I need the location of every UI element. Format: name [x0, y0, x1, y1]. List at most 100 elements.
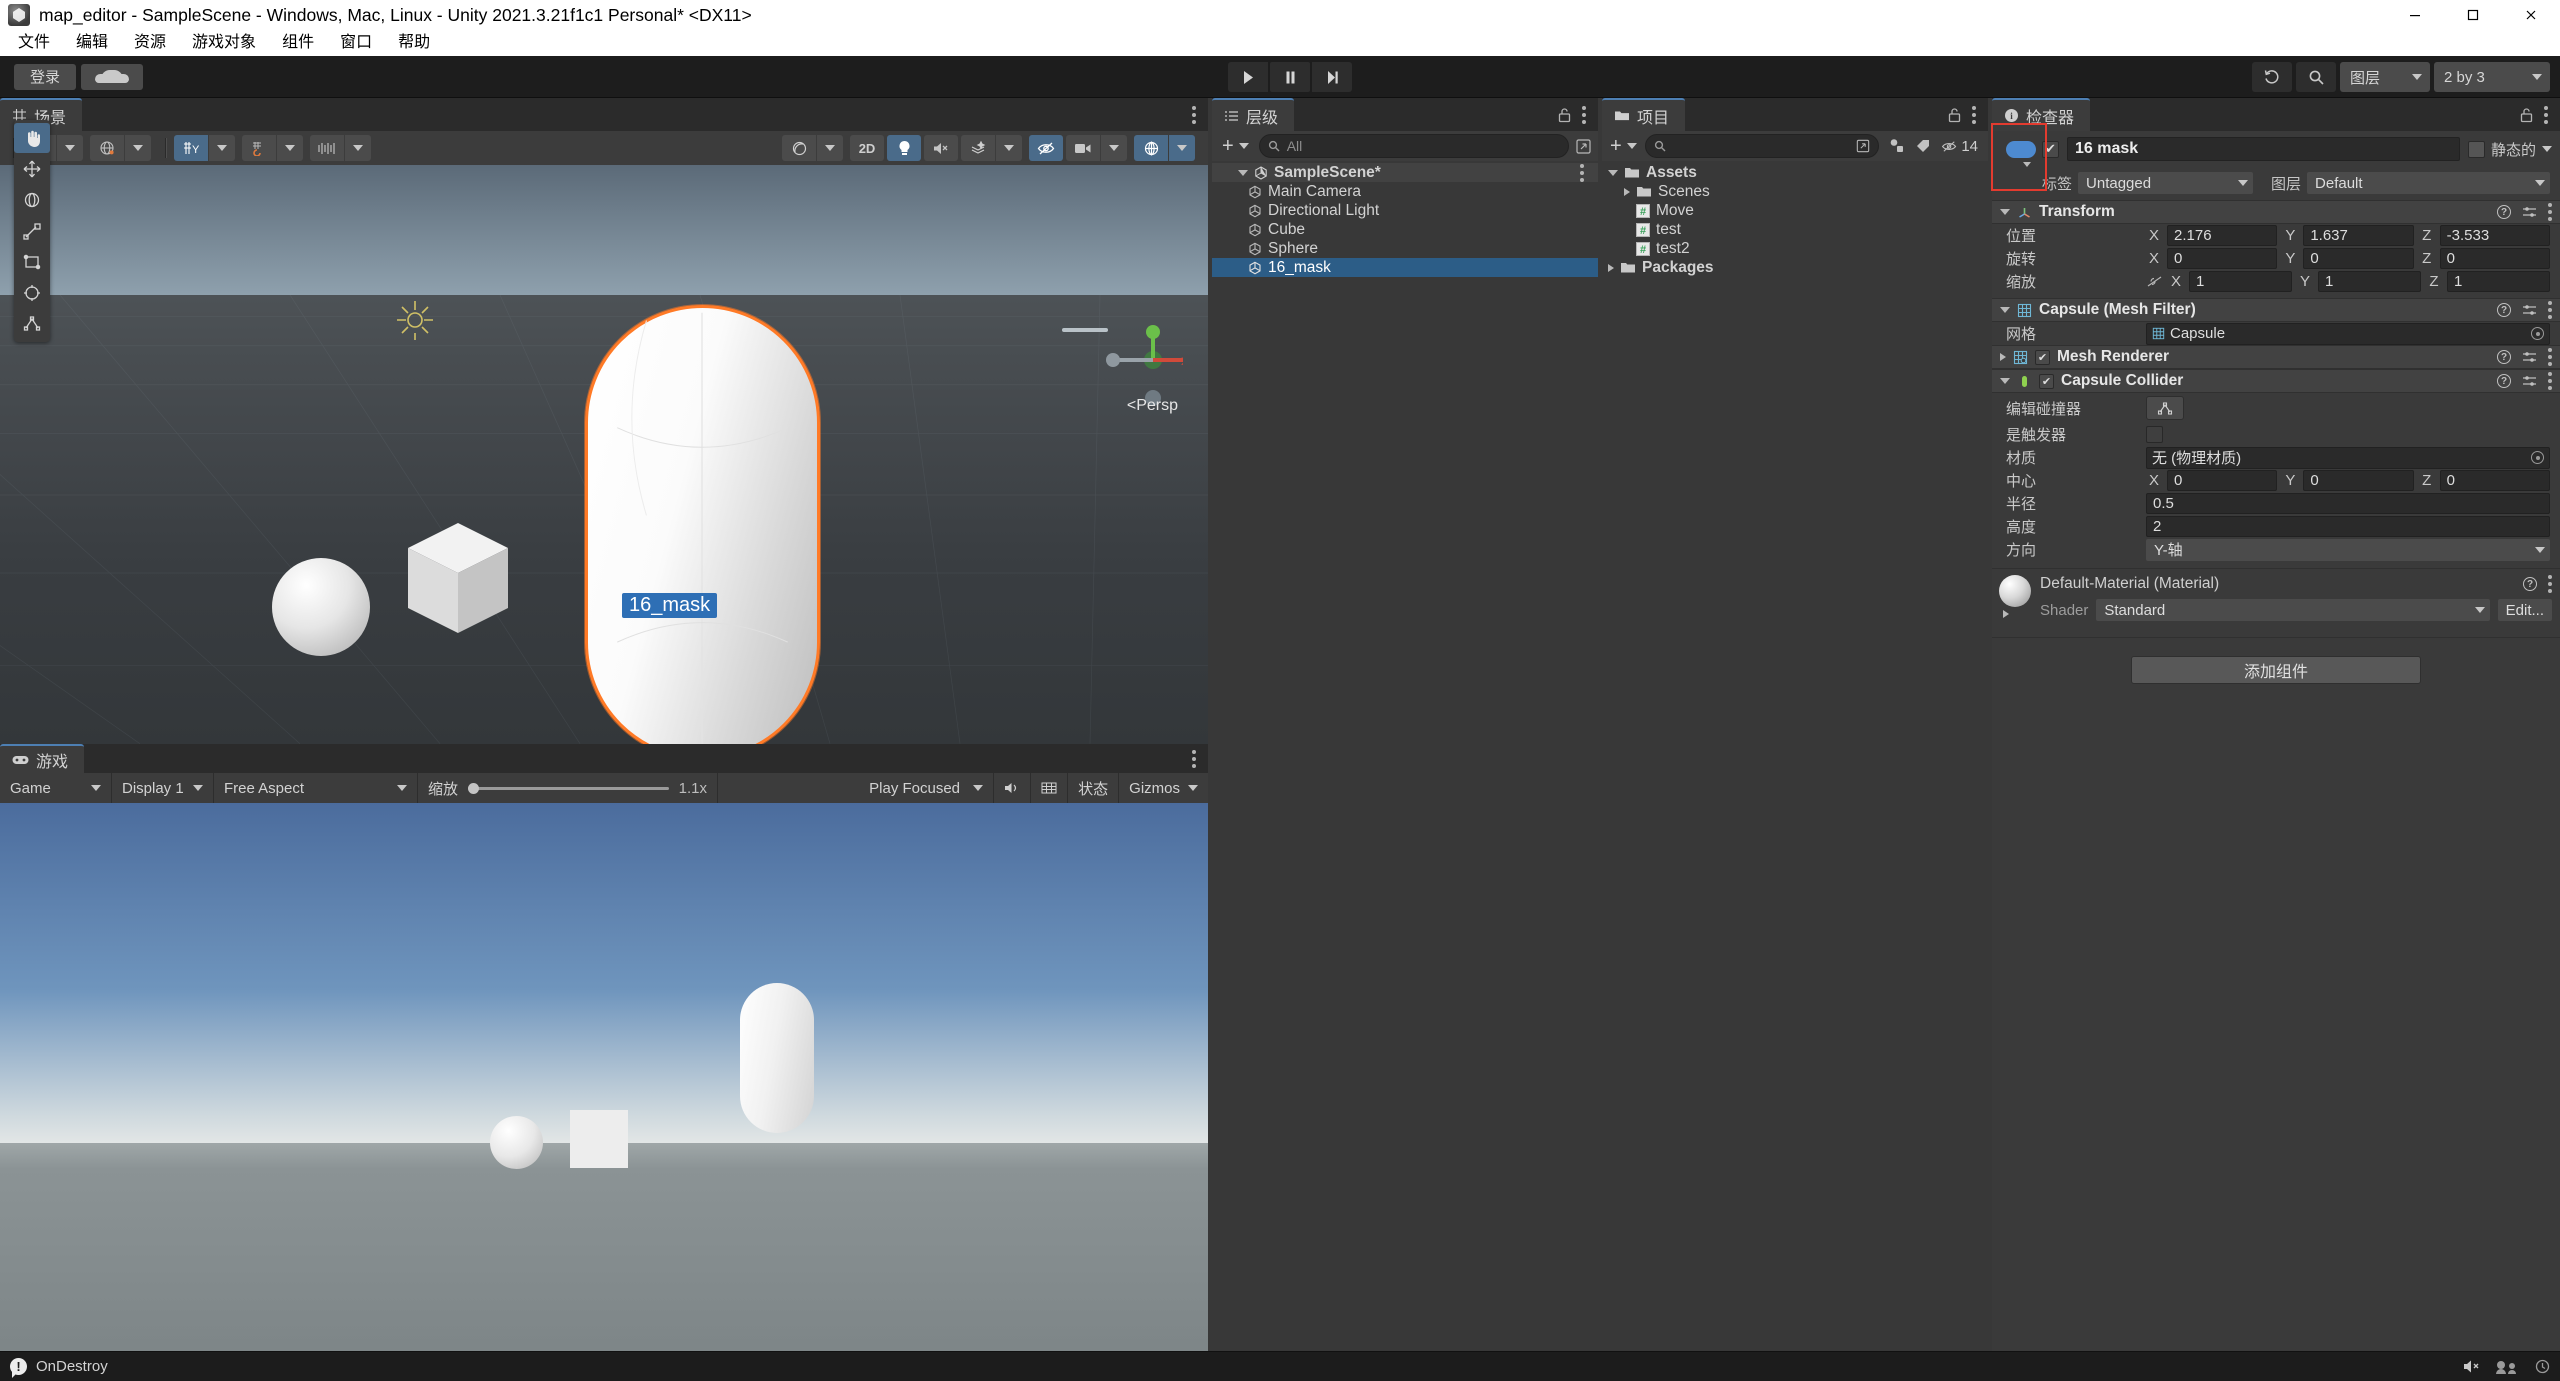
game-play-focus-dropdown[interactable]: Play Focused: [859, 773, 995, 803]
chevron-down-icon[interactable]: [1238, 169, 1248, 176]
tab-inspector[interactable]: i 检查器: [1992, 98, 2091, 131]
surface-snap-button[interactable]: [242, 135, 276, 161]
hierarchy-item-cube[interactable]: Cube: [1212, 220, 1598, 239]
scene-camera-button[interactable]: [1066, 135, 1100, 161]
progress-status-icon[interactable]: [2535, 1359, 2550, 1374]
scale-z-input[interactable]: 1: [2447, 271, 2550, 292]
scene-object-sphere[interactable]: [272, 558, 370, 656]
search-icon[interactable]: [2296, 62, 2336, 92]
shader-dropdown[interactable]: Standard: [2096, 599, 2490, 621]
project-item-move[interactable]: # Move: [1602, 201, 1988, 220]
project-hidden-count[interactable]: 14: [1941, 138, 1978, 155]
lock-icon[interactable]: [1947, 107, 1962, 123]
chevron-right-icon[interactable]: [2003, 610, 2009, 618]
project-item-assets[interactable]: Assets: [1602, 163, 1988, 182]
chevron-down-icon[interactable]: [1608, 169, 1618, 176]
game-aspect-dropdown[interactable]: Free Aspect: [214, 773, 418, 803]
project-item-packages[interactable]: Packages: [1602, 258, 1988, 277]
help-icon[interactable]: ?: [2497, 205, 2511, 219]
rotation-x-input[interactable]: 0: [2167, 248, 2278, 269]
layer-dropdown[interactable]: Default: [2307, 172, 2550, 194]
grid-snap-button[interactable]: Y: [174, 135, 208, 161]
center-y-input[interactable]: 0: [2303, 470, 2414, 491]
project-item-scenes[interactable]: Scenes: [1602, 182, 1988, 201]
help-icon[interactable]: ?: [2497, 350, 2511, 364]
gameobject-active-checkbox[interactable]: ✔: [2042, 140, 2059, 158]
gameobject-name-input[interactable]: 16 mask: [2067, 137, 2460, 161]
scene-options-icon[interactable]: [1192, 105, 1196, 124]
mesh-renderer-enabled-checkbox[interactable]: ✔: [2035, 349, 2050, 365]
scene-perspective-label[interactable]: <Persp: [1127, 397, 1178, 415]
project-expand-icon[interactable]: [1856, 139, 1870, 153]
mesh-object-field[interactable]: Capsule: [2146, 322, 2550, 345]
play-icon[interactable]: [1228, 62, 1268, 92]
hierarchy-search-input[interactable]: All: [1258, 134, 1569, 158]
layout-dropdown[interactable]: 2 by 3: [2434, 62, 2550, 92]
custom-editor-tool-icon[interactable]: [14, 309, 50, 339]
lock-icon[interactable]: [2519, 107, 2534, 123]
project-add-button[interactable]: +: [1606, 135, 1641, 158]
game-display-dropdown[interactable]: Display 1: [112, 773, 214, 803]
lock-icon[interactable]: [1557, 107, 1572, 123]
scene-lighting-button[interactable]: [887, 135, 921, 161]
chevron-down-icon[interactable]: [2000, 209, 2010, 215]
chevron-down-icon[interactable]: [2023, 162, 2031, 167]
is-trigger-checkbox[interactable]: [2146, 426, 2163, 443]
close-icon[interactable]: [2502, 0, 2560, 30]
grid-size-button[interactable]: [310, 135, 344, 161]
component-options-icon[interactable]: [2548, 372, 2552, 390]
grid-snap-dropdown[interactable]: [209, 135, 235, 161]
hierarchy-item-sphere[interactable]: Sphere: [1212, 239, 1598, 258]
scene-audio-button[interactable]: [924, 135, 958, 161]
collab-status-icon[interactable]: [2495, 1359, 2521, 1375]
project-search-input[interactable]: [1644, 134, 1880, 158]
scene-object-cube[interactable]: [398, 513, 518, 658]
shader-edit-button[interactable]: Edit...: [2497, 599, 2552, 621]
layers-dropdown[interactable]: 图层: [2340, 62, 2430, 92]
menu-item-file[interactable]: 文件: [5, 30, 63, 56]
scene-camera-dropdown[interactable]: [1101, 135, 1127, 161]
login-button[interactable]: 登录: [14, 63, 76, 90]
material-options-icon[interactable]: [2548, 575, 2552, 593]
object-picker-icon[interactable]: [2531, 451, 2544, 464]
hierarchy-item-samplescene[interactable]: SampleScene*: [1212, 163, 1598, 182]
shading-mode-dropdown[interactable]: [817, 135, 843, 161]
game-scale-slider[interactable]: 缩放 1.1x: [418, 773, 718, 803]
project-item-test2[interactable]: # test2: [1602, 239, 1988, 258]
scene-object-capsule-selected[interactable]: [585, 305, 820, 744]
chevron-down-icon[interactable]: [2000, 378, 2010, 384]
component-header-mesh-renderer[interactable]: ✔ Mesh Renderer ?: [1992, 345, 2560, 369]
help-icon[interactable]: ?: [2523, 577, 2537, 591]
component-header-capsule-collider[interactable]: ✔ Capsule Collider ?: [1992, 369, 2560, 393]
tab-game[interactable]: 游戏: [0, 744, 85, 773]
rotate-tool-icon[interactable]: [14, 185, 50, 215]
collider-material-field[interactable]: 无 (物理材质): [2146, 446, 2550, 469]
gameobject-icon-box[interactable]: [2000, 137, 2042, 167]
status-message[interactable]: OnDestroy: [36, 1358, 108, 1375]
component-options-icon[interactable]: [2548, 301, 2552, 319]
menu-item-help[interactable]: 帮助: [385, 30, 443, 56]
game-viewport[interactable]: [0, 803, 1208, 1360]
hand-tool-icon[interactable]: [14, 123, 50, 153]
chevron-right-icon[interactable]: [1624, 187, 1630, 196]
tab-hierarchy[interactable]: 层级: [1212, 98, 1295, 131]
menu-item-gameobject[interactable]: 游戏对象: [179, 30, 269, 56]
inspector-options-icon[interactable]: [2544, 105, 2548, 124]
project-item-test[interactable]: # test: [1602, 220, 1988, 239]
hierarchy-options-icon[interactable]: [1582, 105, 1586, 124]
component-header-transform[interactable]: Transform ?: [1992, 200, 2560, 224]
menu-item-window[interactable]: 窗口: [327, 30, 385, 56]
rect-tool-icon[interactable]: [14, 247, 50, 277]
pivot-rotation-button[interactable]: [90, 135, 124, 161]
chevron-right-icon[interactable]: [1608, 263, 1614, 272]
rotation-y-input[interactable]: 0: [2303, 248, 2414, 269]
scene-row-options-icon[interactable]: [1580, 163, 1584, 182]
constrain-proportions-icon[interactable]: [2146, 275, 2163, 288]
component-options-icon[interactable]: [2548, 203, 2552, 221]
pivot-rotation-dropdown[interactable]: [125, 135, 151, 161]
help-icon[interactable]: ?: [2497, 303, 2511, 317]
tab-project[interactable]: 项目: [1602, 98, 1686, 131]
static-checkbox[interactable]: [2467, 140, 2485, 158]
2d-toggle-button[interactable]: 2D: [850, 135, 884, 161]
game-grid-icon[interactable]: [1031, 773, 1069, 803]
